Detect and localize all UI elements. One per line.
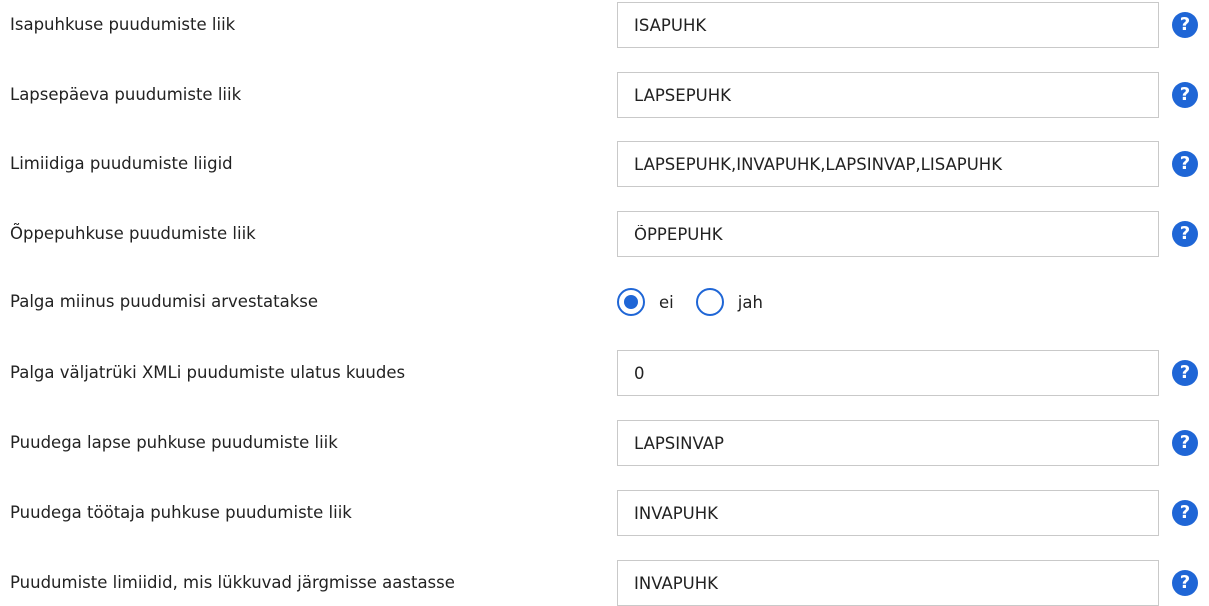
setting-row-puudega-laps: Puudega lapse puhkuse puudumiste liik ? xyxy=(0,420,1209,466)
setting-row-puudega-tootaja: Puudega töötaja puhkuse puudumiste liik … xyxy=(0,490,1209,536)
radio-button-checked[interactable] xyxy=(617,288,645,316)
lapsepaev-type-input[interactable] xyxy=(617,72,1159,118)
radio-option-jah[interactable]: jah xyxy=(695,288,763,316)
setting-row-lapsepaev: Lapsepäeva puudumiste liik ? xyxy=(0,72,1209,118)
isapuhkus-type-input[interactable] xyxy=(617,2,1159,48)
help-icon[interactable]: ? xyxy=(1172,82,1198,108)
help-icon[interactable]: ? xyxy=(1172,151,1198,177)
disabled-employee-leave-input[interactable] xyxy=(617,490,1159,536)
radio-label-ei: ei xyxy=(659,292,674,312)
carryover-limits-input[interactable] xyxy=(617,560,1159,606)
setting-row-palga-miinus: Palga miinus puudumisi arvestatakse ei j… xyxy=(0,279,1209,325)
help-icon[interactable]: ? xyxy=(1172,500,1198,526)
disabled-child-leave-input[interactable] xyxy=(617,420,1159,466)
setting-label: Puudega lapse puhkuse puudumiste liik xyxy=(10,433,338,452)
help-icon[interactable]: ? xyxy=(1172,12,1198,38)
setting-label: Õppepuhkuse puudumiste liik xyxy=(10,224,256,243)
setting-row-oppepuhkus: Õppepuhkuse puudumiste liik ? xyxy=(0,211,1209,257)
help-icon[interactable]: ? xyxy=(1172,430,1198,456)
setting-row-xml-ulatus: Palga väljatrüki XMLi puudumiste ulatus … xyxy=(0,350,1209,396)
help-icon[interactable]: ? xyxy=(1172,360,1198,386)
setting-row-isapuhkus: Isapuhkuse puudumiste liik ? xyxy=(0,2,1209,48)
setting-label: Palga miinus puudumisi arvestatakse xyxy=(10,292,319,311)
help-icon[interactable]: ? xyxy=(1172,221,1198,247)
setting-label: Palga väljatrüki XMLi puudumiste ulatus … xyxy=(10,363,406,382)
limited-types-input[interactable] xyxy=(617,141,1159,187)
xml-months-input[interactable] xyxy=(617,350,1159,396)
setting-label: Lapsepäeva puudumiste liik xyxy=(10,85,242,104)
radio-label-jah: jah xyxy=(737,292,763,312)
setting-label: Limiidiga puudumiste liigid xyxy=(10,154,233,173)
oppepuhkus-type-input[interactable] xyxy=(617,211,1159,257)
help-icon[interactable]: ? xyxy=(1172,570,1198,596)
setting-row-limiidid-jargmine: Puudumiste limiidid, mis lükkuvad järgmi… xyxy=(0,560,1209,606)
radio-option-ei[interactable]: ei xyxy=(617,288,674,316)
radio-button-unchecked[interactable] xyxy=(695,288,724,316)
settings-form: Isapuhkuse puudumiste liik ? Lapsepäeva … xyxy=(0,0,1209,606)
setting-row-limiidiga: Limiidiga puudumiste liigid ? xyxy=(0,141,1209,187)
setting-label: Puudega töötaja puhkuse puudumiste liik xyxy=(10,503,352,522)
setting-label: Puudumiste limiidid, mis lükkuvad järgmi… xyxy=(10,573,455,592)
setting-label: Isapuhkuse puudumiste liik xyxy=(10,15,236,34)
palga-miinus-radio-group: ei jah xyxy=(617,286,785,318)
